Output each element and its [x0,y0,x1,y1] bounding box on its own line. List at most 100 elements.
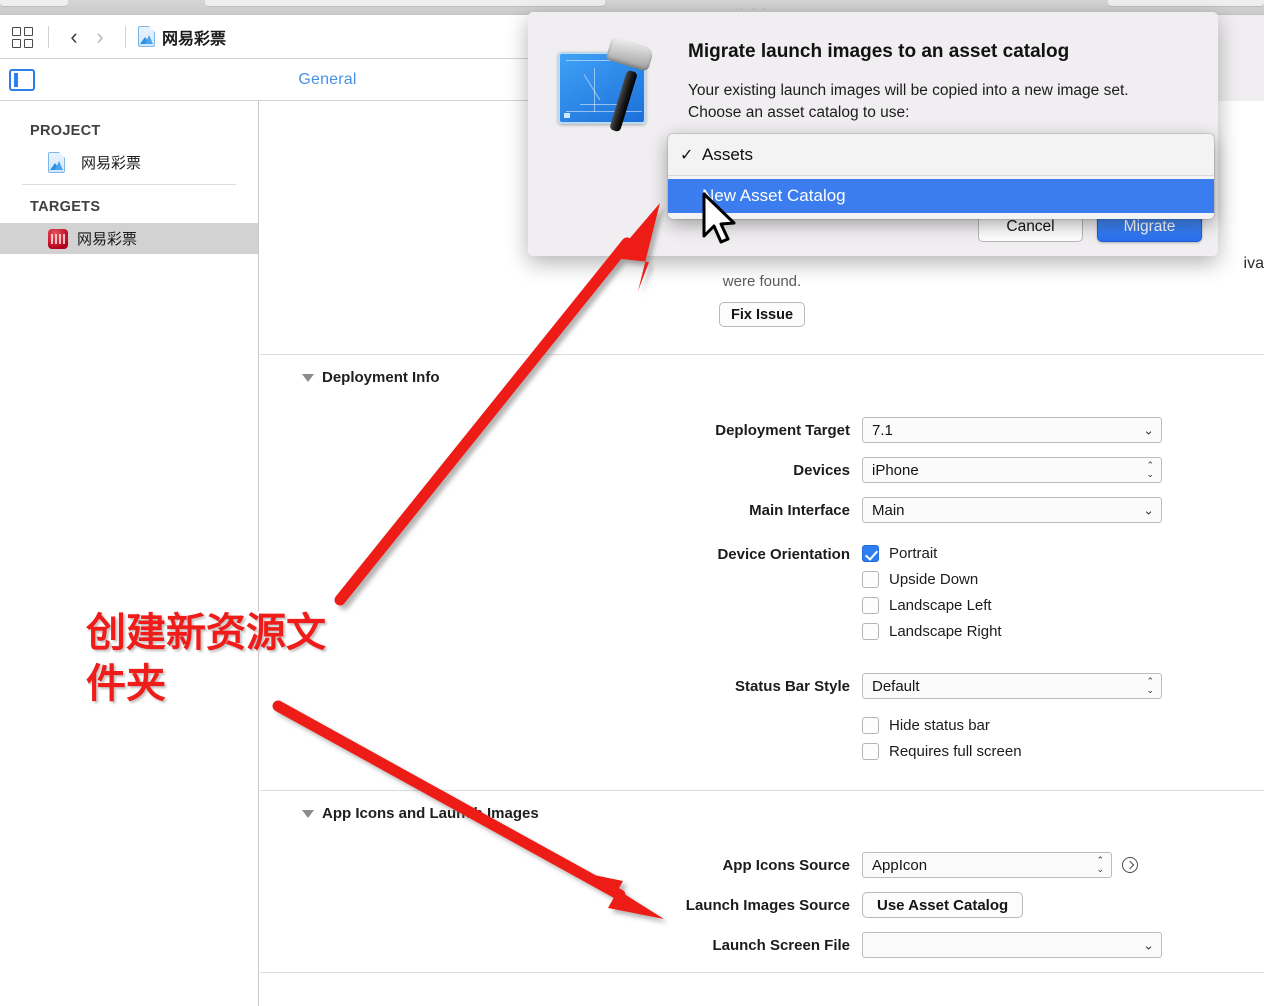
checkbox-requires-full-screen-box[interactable] [862,743,879,760]
field-row-launch-images-source: Launch Images Source Use Asset Catalog [260,892,1264,918]
field-row-deployment-target: Deployment Target 7.1 ⌄ [260,417,1264,443]
field-row-launch-screen-file: Launch Screen File ⌄ [260,932,1264,958]
chrome-tab-middle[interactable] [205,0,605,7]
sidebar-item-project-label: 网易彩票 [81,155,142,172]
chevron-down-icon[interactable]: ⌄ [1143,504,1154,517]
dialog-title: Migrate launch images to an asset catalo… [688,41,1070,62]
annotation-note-text: 创建新资源文 件夹 [84,608,376,710]
forward-icon[interactable]: › [87,25,113,48]
annotation-note-line-1: 创建新资源文 [84,608,328,658]
checkbox-requires-full-screen[interactable]: Requires full screen [862,743,1022,760]
disclosure-triangle-icon[interactable] [302,809,314,818]
use-asset-catalog-button[interactable]: Use Asset Catalog [862,892,1024,918]
fix-issue-button[interactable]: Fix Issue [718,302,806,327]
field-row-devices: Devices iPhone ⌃ ⌄ [260,457,1264,483]
combo-main-interface[interactable]: Main ⌄ [862,497,1162,523]
checkbox-hide-status-bar-box[interactable] [862,717,879,734]
popup-app-icons-source[interactable]: AppIcon ⌃ ⌄ [862,852,1112,878]
field-row-app-icons-source: App Icons Source AppIcon ⌃ ⌄ [260,852,1264,878]
label-app-icons-source: App Icons Source [722,856,850,874]
toolbar-divider-1 [48,25,49,48]
checkbox-landscape-left-box[interactable] [862,597,879,614]
arrow-right-circle-icon[interactable] [1122,857,1138,873]
checkbox-upside-down[interactable]: Upside Down [862,571,1002,588]
checkbox-requires-full-screen-label: Requires full screen [889,743,1022,760]
menu-item-new-asset-catalog[interactable]: New Asset Catalog [668,179,1214,213]
chevron-down-icon[interactable]: ⌄ [1143,939,1154,952]
section-header-app-icons[interactable]: App Icons and Launch Images [260,791,1264,832]
popup-devices[interactable]: iPhone ⌃ ⌄ [862,457,1162,483]
dialog-body-line-2: Choose an asset catalog to use: [688,104,910,122]
field-row-status-bar-style: Status Bar Style Default ⌃ ⌄ [260,673,1264,699]
clipped-edge-text: iva [1243,255,1264,272]
label-device-orientation: Device Orientation [717,546,850,563]
up-down-chevron-icon[interactable]: ⌃ ⌄ [1146,677,1154,695]
sidebar-item-target[interactable]: 网易彩票 [0,223,258,254]
checkbox-portrait[interactable]: Portrait [862,545,1002,562]
mouse-cursor-icon [702,192,736,244]
section-header-deployment-info[interactable]: Deployment Info [260,355,1264,396]
section-title-app-icons: App Icons and Launch Images [322,805,539,822]
checkbox-landscape-right-box[interactable] [862,623,879,640]
value-deployment-target: 7.1 [862,417,1162,443]
label-deployment-target: Deployment Target [715,421,850,439]
checkbox-hide-status-bar[interactable]: Hide status bar [862,717,1022,734]
project-file-icon [138,26,155,47]
chevron-down-icon[interactable]: ⌄ [1143,424,1154,437]
label-main-interface: Main Interface [749,501,850,519]
project-file-icon [48,152,65,173]
dialog-body-line-1: Your existing launch images will be copi… [688,82,1129,99]
label-devices: Devices [793,461,850,479]
chrome-tab-left[interactable] [0,0,68,7]
device-orientation-checkbox-group: Portrait Upside Down Landscape Left Land… [862,545,1002,649]
label-launch-images-source: Launch Images Source [685,896,850,914]
label-launch-screen-file: Launch Screen File [712,936,850,954]
checkbox-portrait-label: Portrait [889,545,938,562]
project-navigator-sidebar: PROJECT 网易彩票 TARGETS 网易彩票 [0,101,259,1006]
value-app-icons-source: AppIcon [862,852,1112,878]
app-target-icon [48,228,68,249]
value-main-interface: Main [862,497,1162,523]
menu-divider [668,175,1214,176]
dialog-body: Your existing launch images will be copi… [688,80,1188,125]
checkbox-portrait-box[interactable] [862,545,879,562]
value-status-bar-style: Default [862,673,1162,699]
up-down-chevron-icon[interactable]: ⌃ ⌄ [1096,856,1104,874]
field-row-status-options: Hide status bar Requires full screen [260,717,1264,760]
sidebar-divider [22,184,236,185]
section-divider-3 [260,972,1264,973]
checkbox-upside-down-box[interactable] [862,571,879,588]
back-icon[interactable]: ‹ [61,25,87,48]
checkbox-upside-down-label: Upside Down [889,571,979,588]
asset-catalog-dropdown-menu: ✓ Assets New Asset Catalog [668,134,1214,219]
status-bar-checkbox-group: Hide status bar Requires full screen [862,717,1022,760]
section-title-deployment-info: Deployment Info [322,369,440,386]
sidebar-item-project[interactable]: 网易彩票 [0,147,258,178]
annotation-note-line-2: 件夹 [84,659,168,709]
menu-item-assets[interactable]: ✓ Assets [668,138,1214,172]
checkbox-landscape-left[interactable]: Landscape Left [862,597,1002,614]
checkbox-landscape-left-label: Landscape Left [889,597,992,614]
combo-deployment-target[interactable]: 7.1 ⌄ [862,417,1162,443]
sidebar-project-header: PROJECT [30,123,101,139]
checkbox-landscape-right[interactable]: Landscape Right [862,623,1002,640]
checkmark-icon: ✓ [680,147,694,164]
sidebar-item-target-label: 网易彩票 [77,231,138,248]
grid-view-icon[interactable] [10,24,36,50]
field-row-main-interface: Main Interface Main ⌄ [260,497,1264,523]
disclosure-triangle-icon[interactable] [302,373,314,382]
combo-launch-screen-file[interactable]: ⌄ [862,932,1162,958]
up-down-chevron-icon[interactable]: ⌃ ⌄ [1146,461,1154,479]
checkbox-hide-status-bar-label: Hide status bar [889,717,990,734]
field-row-device-orientation: Device Orientation Portrait Upside Down [260,545,1264,649]
popup-status-bar-style[interactable]: Default ⌃ ⌄ [862,673,1162,699]
toolbar-divider-2 [125,25,126,48]
value-launch-screen-file [862,932,1162,958]
breadcrumb-project-name[interactable]: 网易彩票 [162,25,226,49]
chrome-tab-right[interactable] [1108,0,1264,7]
menu-item-assets-label: Assets [702,145,754,164]
xcode-app-icon [556,30,664,138]
value-devices: iPhone [862,457,1162,483]
sidebar-targets-header: TARGETS [30,199,101,215]
issue-message: were found. [722,273,802,290]
